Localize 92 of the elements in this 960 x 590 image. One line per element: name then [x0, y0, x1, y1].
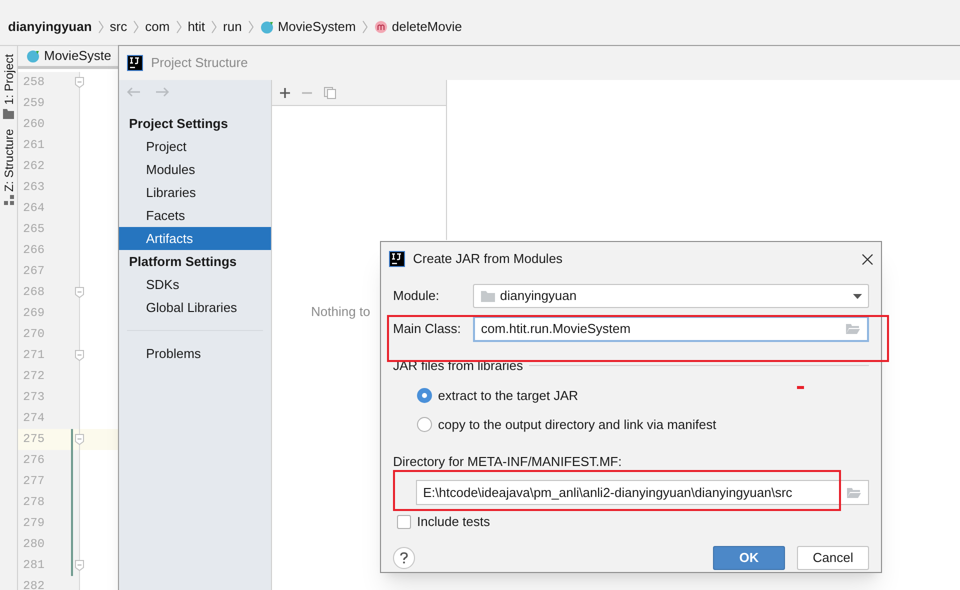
radio-button[interactable]	[417, 388, 432, 403]
module-dropdown[interactable]: dianyingyuan	[473, 284, 869, 308]
cancel-button[interactable]: Cancel	[797, 546, 869, 570]
breadcrumb-item[interactable]: com	[145, 16, 170, 36]
line-number: 271	[22, 347, 45, 364]
manifest-directory-field[interactable]: E:\htcode\ideajava\pm_anli\anli2-dianyingyuan\dianyingyuan\src	[416, 480, 869, 505]
folder-icon[interactable]	[846, 486, 862, 498]
line-number: 263	[22, 179, 45, 196]
section-heading: Project Settings	[128, 114, 229, 133]
help-button[interactable]	[393, 546, 415, 568]
breadcrumb-item[interactable]: src	[110, 16, 128, 36]
forward-arrow-icon[interactable]	[155, 87, 169, 97]
breadcrumb-item[interactable]: htit	[188, 16, 206, 36]
radio-label: copy to the output directory and link via manifest	[438, 416, 716, 434]
main-class-field[interactable]: com.htit.run.MovieSystem	[473, 316, 869, 342]
chevron-icon	[133, 20, 140, 34]
line-number: 272	[22, 368, 45, 385]
checkbox[interactable]	[397, 514, 411, 529]
line-number: 261	[22, 137, 45, 154]
checkbox-label: Include tests	[417, 513, 490, 531]
chevron-icon	[362, 20, 368, 34]
window-title: Project Structure	[151, 54, 248, 72]
app-logo-icon	[389, 251, 405, 267]
breadcrumb-item[interactable]: deleteMovie	[392, 16, 462, 36]
line-number: 277	[22, 473, 45, 490]
chevron-icon	[211, 20, 218, 34]
line-number: 266	[22, 242, 45, 259]
radio-button[interactable]	[417, 417, 432, 432]
line-number: 258	[22, 74, 45, 91]
field-label: Main Class:	[393, 320, 462, 338]
line-number: 280	[22, 536, 45, 553]
chevron-icon	[176, 20, 182, 34]
section-heading: Platform Settings	[128, 252, 238, 271]
fold-icon[interactable]	[75, 76, 84, 88]
class-icon	[260, 20, 274, 34]
line-number: 265	[22, 221, 45, 238]
fold-icon[interactable]	[75, 560, 84, 570]
editor-tab[interactable]: MovieSyste	[44, 46, 112, 66]
field-label: Directory for META-INF/MANIFEST.MF:	[393, 452, 623, 471]
line-number: 269	[22, 305, 45, 322]
fold-icon[interactable]	[75, 434, 84, 444]
copy-icon[interactable]	[324, 86, 336, 98]
radio-label: extract to the target JAR	[438, 386, 578, 405]
line-number: 260	[22, 116, 45, 133]
nav-item[interactable]: SDKs	[119, 273, 271, 296]
line-number: 276	[22, 452, 45, 469]
dialog-title: Create JAR from Modules	[413, 250, 564, 268]
folder-icon	[3, 108, 14, 119]
chevron-icon	[98, 20, 104, 34]
nav-item[interactable]: Facets	[119, 204, 271, 227]
chevron-icon	[248, 20, 254, 34]
line-number: 268	[22, 284, 45, 301]
app-logo-icon	[127, 55, 143, 71]
nav-item[interactable]: Artifacts	[119, 227, 271, 250]
breadcrumb-item[interactable]: run	[223, 16, 242, 36]
line-number: 264	[22, 200, 45, 217]
line-number: 274	[22, 410, 45, 427]
line-number: 267	[22, 263, 45, 280]
line-number: 275	[22, 431, 45, 448]
line-number: 281	[22, 557, 45, 574]
nav-item[interactable]: Global Libraries	[119, 296, 271, 319]
tool-window-tab[interactable]: Z: Structure	[2, 128, 16, 192]
nav-item[interactable]: Libraries	[119, 181, 271, 204]
empty-message: Nothing to	[311, 303, 370, 321]
breadcrumb-item[interactable]: MovieSystem	[278, 16, 356, 36]
back-arrow-icon[interactable]	[127, 87, 141, 97]
folder-icon[interactable]	[845, 323, 861, 335]
method-icon	[374, 20, 388, 34]
line-number: 279	[22, 515, 45, 532]
add-icon[interactable]	[280, 88, 290, 98]
dropdown-caret-icon	[853, 294, 862, 298]
nav-item[interactable]: Modules	[119, 158, 271, 181]
nav-item[interactable]: Problems	[119, 342, 271, 365]
line-number: 273	[22, 389, 45, 406]
close-icon[interactable]	[862, 254, 873, 264]
field-label: Module:	[393, 287, 440, 306]
annotation-mark	[797, 386, 804, 389]
module-folder-icon	[480, 289, 496, 303]
help-icon	[400, 552, 408, 564]
fold-icon[interactable]	[75, 286, 84, 298]
ok-button[interactable]: OK	[713, 546, 785, 570]
line-number: 270	[22, 326, 45, 343]
fold-icon[interactable]	[75, 350, 84, 360]
nav-item[interactable]: Project	[119, 135, 271, 158]
class-icon	[26, 48, 40, 63]
line-number: 262	[22, 158, 45, 175]
breadcrumb-item[interactable]: dianyingyuan	[8, 16, 92, 36]
tool-window-tab[interactable]: 1: Project	[2, 54, 16, 105]
line-number: 259	[22, 95, 45, 112]
line-number: 278	[22, 494, 45, 511]
line-number: 282	[22, 578, 45, 590]
structure-icon	[4, 195, 14, 206]
